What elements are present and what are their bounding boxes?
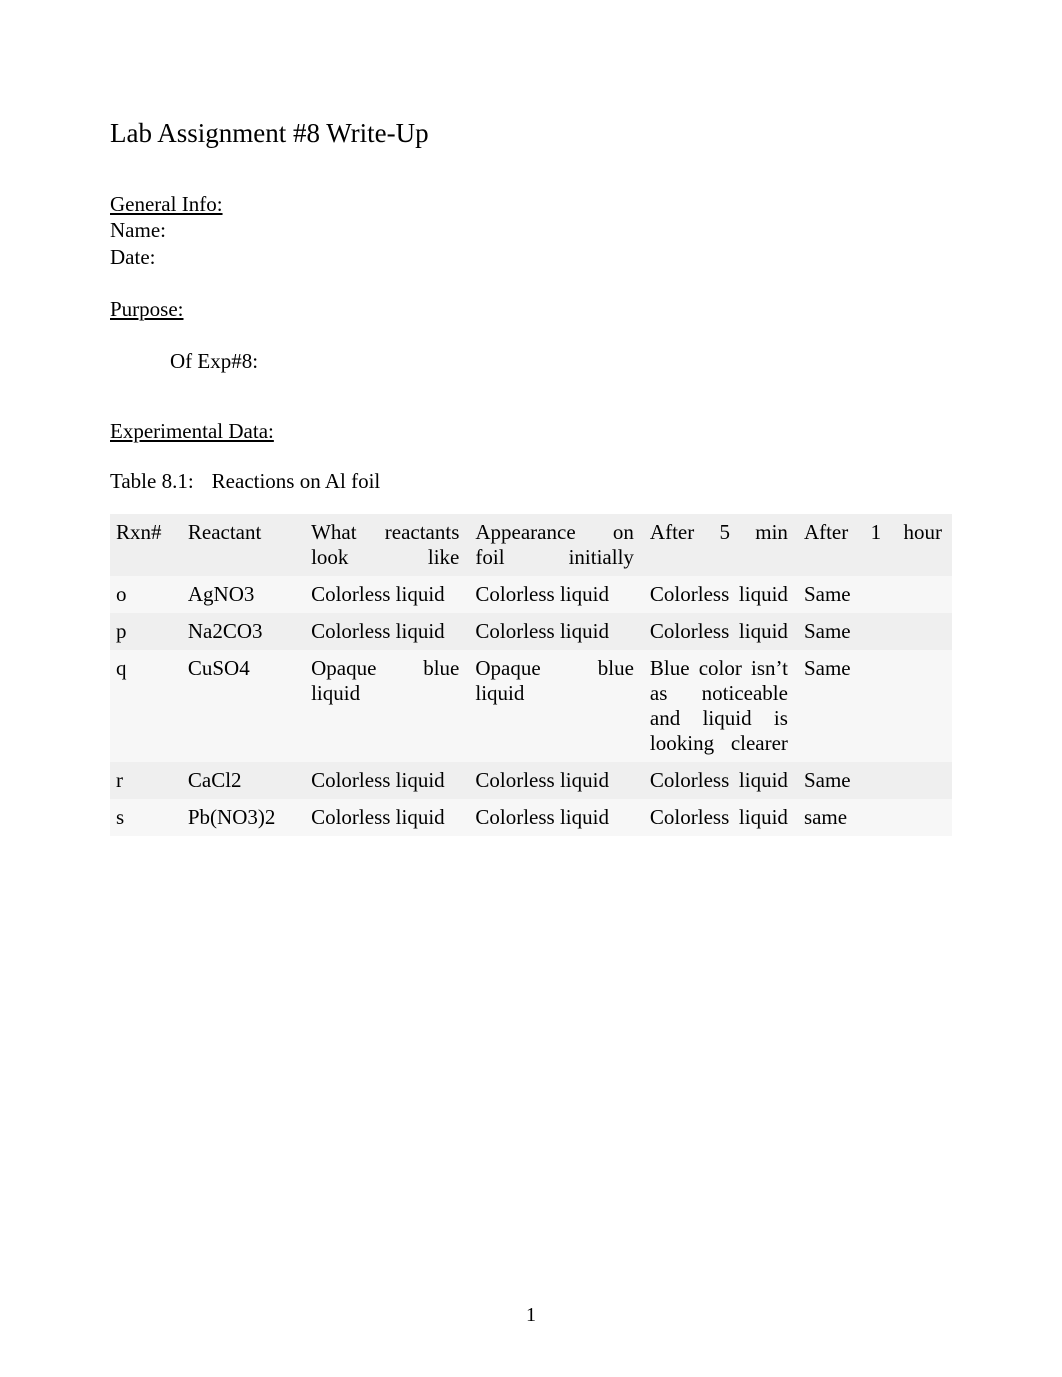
table-row: o AgNO3 Colorless liquid Colorless liqui… [110, 576, 952, 613]
cell-after5: Colorless liquid [644, 762, 798, 799]
cell-after5: Colorless liquid [644, 613, 798, 650]
cell-after5: Blue color isn’t as noticeable and liqui… [644, 650, 798, 762]
page-title: Lab Assignment #8 Write-Up [110, 118, 952, 149]
purpose-heading: Purpose: [110, 296, 952, 322]
cell-reactant: CaCl2 [182, 762, 305, 799]
table-row: r CaCl2 Colorless liquid Colorless liqui… [110, 762, 952, 799]
cell-initial: Colorless liquid [469, 613, 644, 650]
cell-reactant: AgNO3 [182, 576, 305, 613]
cell-looks: Colorless liquid [305, 613, 469, 650]
date-label: Date: [110, 244, 952, 270]
col-rxn: Rxn# [110, 514, 182, 576]
cell-reactant: Na2CO3 [182, 613, 305, 650]
col-after5: After 5 min [644, 514, 798, 576]
cell-looks: Colorless liquid [305, 762, 469, 799]
name-label: Name: [110, 217, 952, 243]
table-row: p Na2CO3 Colorless liquid Colorless liqu… [110, 613, 952, 650]
cell-rxn: r [110, 762, 182, 799]
table-row: s Pb(NO3)2 Colorless liquid Colorless li… [110, 799, 952, 836]
table-header-row: Rxn# Reactant What reactants look like A… [110, 514, 952, 576]
cell-looks: Colorless liquid [305, 799, 469, 836]
cell-after1h: Same [798, 762, 952, 799]
col-looks: What reactants look like [305, 514, 469, 576]
cell-rxn: s [110, 799, 182, 836]
general-info-heading: General Info: [110, 191, 952, 217]
col-initial: Appearance on foil initially [469, 514, 644, 576]
cell-initial: Colorless liquid [469, 799, 644, 836]
table-row: q CuSO4 Opaque blue liquid Opaque blue l… [110, 650, 952, 762]
page-number: 1 [0, 1304, 1062, 1327]
cell-after5: Colorless liquid [644, 576, 798, 613]
cell-after1h: Same [798, 576, 952, 613]
cell-rxn: p [110, 613, 182, 650]
cell-after1h: Same [798, 613, 952, 650]
table-number: Table 8.1: [110, 469, 194, 494]
col-reactant: Reactant [182, 514, 305, 576]
cell-rxn: q [110, 650, 182, 762]
cell-rxn: o [110, 576, 182, 613]
cell-reactant: Pb(NO3)2 [182, 799, 305, 836]
cell-looks: Opaque blue liquid [305, 650, 469, 762]
purpose-subheading: Of Exp#8: [110, 348, 952, 374]
cell-initial: Colorless liquid [469, 762, 644, 799]
cell-reactant: CuSO4 [182, 650, 305, 762]
experimental-data-heading: Experimental Data: [110, 418, 952, 444]
cell-after1h: Same [798, 650, 952, 762]
cell-after5: Colorless liquid [644, 799, 798, 836]
cell-after1h: same [798, 799, 952, 836]
cell-looks: Colorless liquid [305, 576, 469, 613]
reactions-table: Rxn# Reactant What reactants look like A… [110, 514, 952, 836]
cell-initial: Opaque blue liquid [469, 650, 644, 762]
col-after1h: After 1 hour [798, 514, 952, 576]
table-caption: Reactions on Al foil [212, 469, 381, 494]
cell-initial: Colorless liquid [469, 576, 644, 613]
